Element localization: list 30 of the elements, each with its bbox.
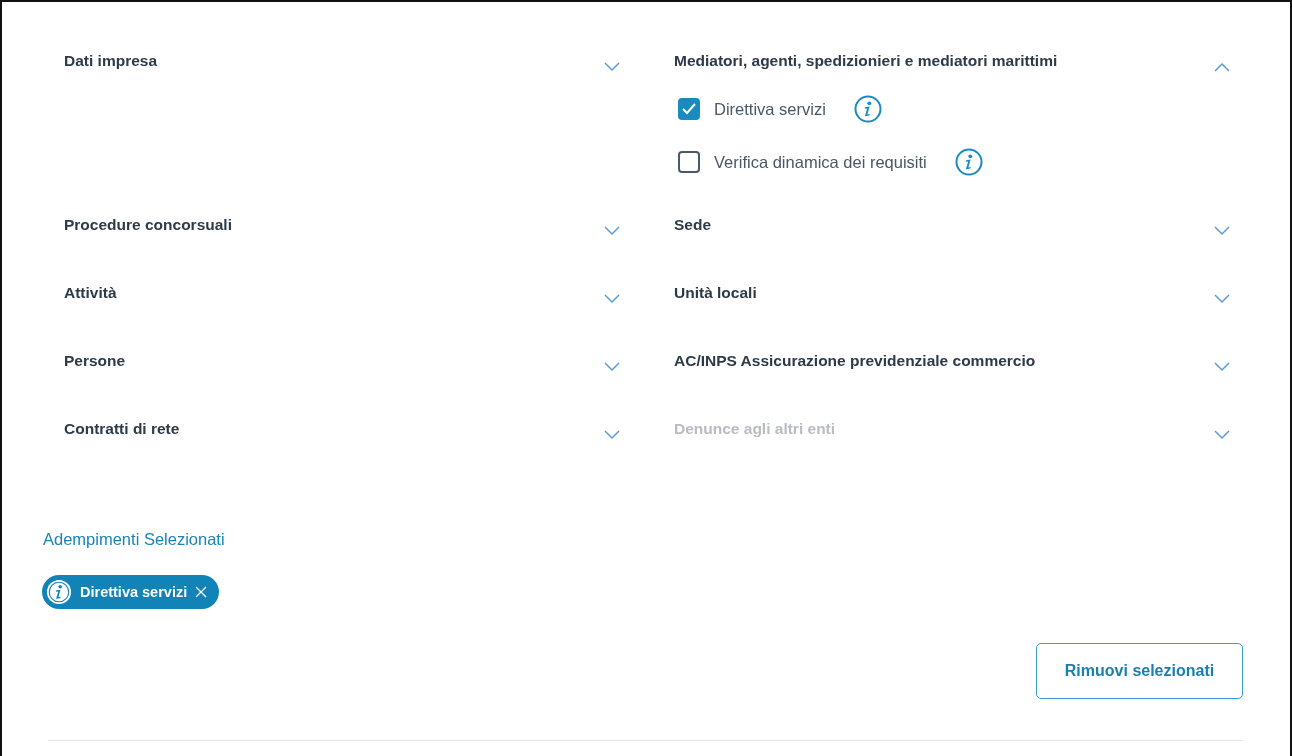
section-title[interactable]: Contratti di rete — [64, 414, 180, 439]
section-title[interactable]: Unità locali — [674, 278, 757, 303]
chevron-icon[interactable] — [1214, 294, 1230, 304]
section-title[interactable]: Dati impresa — [64, 46, 158, 71]
chevron-icon[interactable] — [1214, 226, 1230, 236]
close-icon[interactable] — [195, 586, 208, 598]
info-icon[interactable] — [954, 148, 983, 176]
chevron-icon[interactable] — [1214, 62, 1230, 72]
chevron-icon[interactable] — [604, 294, 620, 304]
checkbox[interactable] — [678, 151, 700, 173]
info-icon — [46, 579, 72, 605]
section-title[interactable]: Persone — [64, 346, 126, 371]
chevron-icon[interactable] — [604, 62, 620, 72]
section-title[interactable]: AC/INPS Assicurazione previdenziale commercio — [674, 346, 1036, 371]
info-icon[interactable] — [853, 95, 882, 123]
chevron-icon[interactable] — [604, 362, 620, 372]
remove-selected-button[interactable]: Rimuovi selezionati — [1036, 643, 1243, 699]
section-title[interactable]: Attività — [64, 278, 117, 303]
checkmark-icon — [682, 103, 696, 115]
chevron-icon[interactable] — [604, 226, 620, 236]
checkbox-label[interactable]: Verifica dinamica dei requisiti — [714, 152, 927, 172]
section-title[interactable]: Mediatori, agenti, spedizionieri e mediatori marittimi — [674, 46, 1058, 71]
checkbox-label[interactable]: Direttiva servizi — [714, 99, 826, 119]
section-title[interactable]: Procedure concorsuali — [64, 210, 232, 235]
chevron-icon[interactable] — [1214, 362, 1230, 372]
section-heading: Adempimenti Selezionati — [43, 530, 225, 549]
checkbox[interactable] — [678, 98, 700, 120]
selected-chip[interactable]: Direttiva servizi — [42, 575, 220, 609]
section-title[interactable]: Sede — [674, 210, 712, 235]
chevron-icon[interactable] — [604, 430, 620, 440]
